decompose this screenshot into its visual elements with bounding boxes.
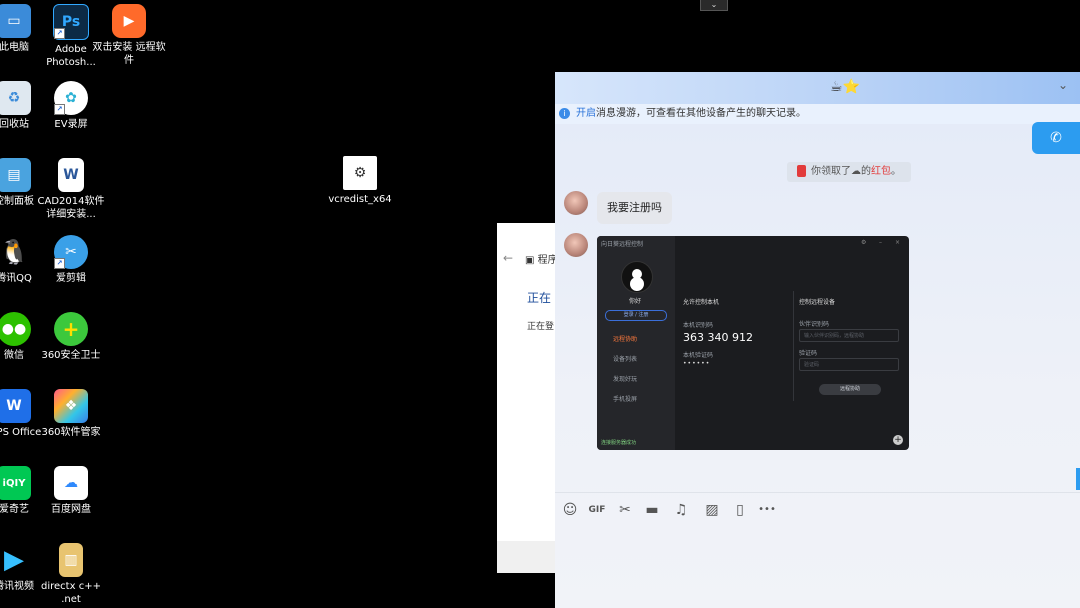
image-icon[interactable]: ▨ [703, 501, 721, 519]
video-editor-icon: ✂ ↗ [54, 235, 88, 269]
shot-close-icon: × [895, 239, 901, 246]
desktop-icon-vcredist[interactable]: ⚙ vcredist_x64 [322, 156, 398, 206]
iqiyi-icon: iQIY [0, 466, 31, 500]
desktop-icon-360-software[interactable]: ❖ 360软件管家 [33, 389, 109, 439]
control-panel-icon: ▤ [0, 158, 31, 192]
enable-roaming-link[interactable]: 开启 [576, 108, 596, 119]
shot-status: 连接服务器成功 [601, 440, 637, 446]
red-envelope-icon [797, 165, 806, 177]
chat-toolbar: ☺ GIF ✂ ▬ ♫ ▨ ▯ ••• [555, 492, 1080, 527]
desktop-icon-baidu-netdisk[interactable]: ☁ 百度网盘 [33, 466, 109, 516]
desktop-icon-360-security[interactable]: + 360安全卫士 [33, 312, 109, 362]
shot-divider [793, 291, 794, 401]
recycle-bin-icon: ♻ [0, 81, 31, 115]
wechat-icon: ●● [0, 312, 31, 346]
remote-install-icon: ▶ [112, 4, 146, 38]
computer-icon: ▭ [0, 4, 31, 38]
installer-heading: 正在 [527, 291, 552, 305]
installer-title: ▣ 程序 [525, 255, 558, 266]
shot-menu-item: 远程协助 [613, 336, 638, 343]
chat-window[interactable]: ☕⭐ ⌄ i 开启消息漫游，可查看在其他设备产生的聊天记录。 ✆ 你领取了☁的红包… [555, 72, 1080, 608]
shot-partner-input: 输入伙伴识别码，远程协助 [799, 329, 899, 342]
shot-menu-item: 手机投屏 [613, 396, 638, 403]
installer-icon: ⚙ [343, 156, 377, 190]
word-doc-icon: W [58, 158, 84, 192]
360-software-icon: ❖ [54, 389, 88, 423]
ev-recorder-icon: ✿ ↗ [54, 81, 88, 115]
avatar[interactable] [564, 233, 588, 257]
message-bubble: 我要注册吗 [597, 192, 672, 224]
chat-header: ☕⭐ ⌄ [555, 72, 1080, 104]
gif-icon[interactable]: GIF [588, 501, 606, 519]
avatar[interactable] [564, 191, 588, 215]
desktop-icon-video-editor[interactable]: ✂ ↗ 爱剪辑 [33, 235, 109, 285]
screen-share-icon[interactable]: ▯ [731, 501, 749, 519]
system-message: 你领取了☁的红包。 [787, 162, 911, 182]
shot-connect-button: 远程协助 [819, 384, 881, 395]
shot-device-id: 363 340 912 [683, 331, 753, 344]
shot-verify-input: 验证码 [799, 358, 899, 371]
emoji-icon[interactable]: ☺ [561, 501, 579, 519]
scroll-indicator[interactable] [1076, 468, 1080, 490]
roaming-notice: i 开启消息漫游，可查看在其他设备产生的聊天记录。 [555, 104, 1080, 124]
shot-menu-item: 发现好玩 [613, 376, 638, 383]
desktop-icon-ev-recorder[interactable]: ✿ ↗ EV录屏 [33, 81, 109, 131]
folder-icon[interactable]: ▬ [643, 501, 661, 519]
shot-settings-icon: ⚙ [861, 239, 867, 246]
folder-archive-icon: ▥ [59, 543, 83, 577]
desktop-icon-remote-install[interactable]: ▶ 双击安装 远程软件 [91, 4, 167, 67]
wps-icon: W [0, 389, 31, 423]
installer-window[interactable]: ← ▣ 程序 正在 正在登 [497, 223, 561, 573]
scissors-icon[interactable]: ✂ [616, 501, 634, 519]
360-security-icon: + [54, 312, 88, 346]
header-status-icons: ☕⭐ [830, 79, 860, 95]
call-button[interactable]: ✆ [1032, 122, 1080, 154]
tencent-video-icon: ▶ [4, 544, 24, 575]
chevron-down-icon[interactable]: ⌄ [1058, 78, 1068, 92]
shot-menu-item: 设备列表 [613, 356, 638, 363]
info-icon: i [559, 107, 570, 119]
message-image[interactable]: 向日葵远程控制 ⚙ – × 你好 登录 / 注册 远程协助 设备列表 发现好玩 … [597, 236, 909, 450]
phone-icon: ✆ [1050, 130, 1062, 146]
more-icon[interactable]: ••• [758, 501, 776, 519]
shot-avatar [621, 261, 653, 293]
shot-login-button: 登录 / 注册 [605, 310, 667, 321]
installer-status: 正在登 [527, 322, 555, 332]
back-arrow-icon[interactable]: ← [503, 251, 513, 265]
installer-footer [497, 541, 561, 573]
taskbar-expand-chevron[interactable]: ⌄ [700, 0, 728, 11]
qq-icon: 🐧 [0, 237, 29, 266]
music-icon[interactable]: ♫ [672, 501, 690, 519]
shot-plus-icon: + [893, 435, 903, 445]
shot-minimize-icon: – [879, 239, 882, 246]
baidu-netdisk-icon: ☁ [54, 466, 88, 500]
desktop-icon-directx[interactable]: ▥ directx c++ .net [33, 543, 109, 606]
photoshop-icon: Ps ↗ [53, 4, 89, 40]
cloud-avatar-icon: ☁ [851, 166, 861, 177]
desktop-icon-cad-doc[interactable]: W CAD2014软件详细安装... [33, 158, 109, 221]
